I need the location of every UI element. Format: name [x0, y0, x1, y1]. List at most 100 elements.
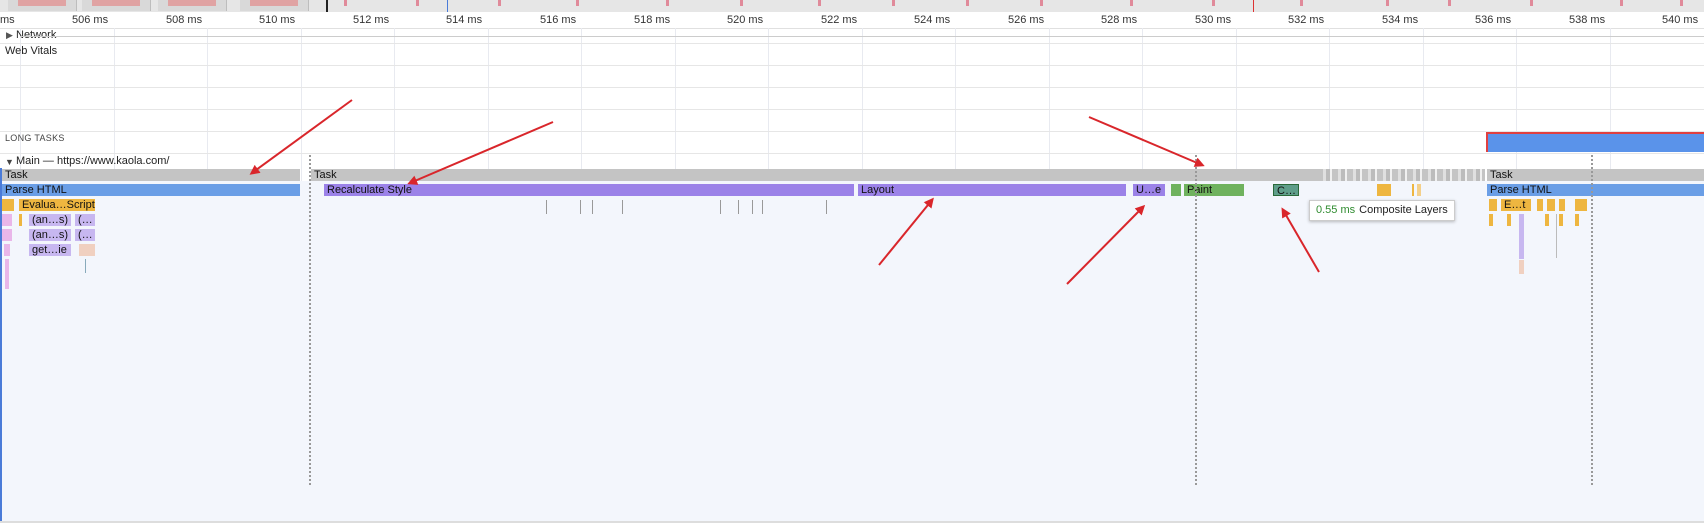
function-call-bar[interactable]: [5, 259, 9, 289]
frame-tick: [1680, 0, 1683, 6]
tiny-event: [720, 200, 721, 214]
frame-tick: [1212, 0, 1215, 6]
tiny-event: [546, 200, 547, 214]
script-bar[interactable]: [2, 199, 14, 211]
long-task-bar[interactable]: [1486, 132, 1704, 152]
main-flame-chart[interactable]: [0, 181, 1704, 521]
layout-bar[interactable]: Layout: [858, 184, 1126, 196]
function-call-bar[interactable]: [4, 244, 10, 256]
script-bar[interactable]: [1575, 199, 1587, 211]
frame-tick: [1040, 0, 1043, 6]
script-bar[interactable]: [1507, 214, 1511, 226]
call-bar[interactable]: [1519, 214, 1524, 259]
frame-boundary-marker: [1195, 155, 1197, 485]
selection-start-marker[interactable]: [326, 0, 328, 12]
paint-bar[interactable]: Paint: [1184, 184, 1244, 196]
filmstrip-frame[interactable]: [240, 0, 309, 11]
frame-tick: [1300, 0, 1303, 6]
script-bar[interactable]: [19, 214, 22, 226]
frame-boundary-marker: [309, 155, 311, 485]
expand-triangle-icon[interactable]: ▶: [6, 30, 13, 41]
ruler-label: ms: [0, 14, 15, 26]
task-bar[interactable]: Task: [311, 169, 1317, 181]
anonymous-call-bar[interactable]: (an…s): [29, 214, 71, 226]
composite-layers-tooltip: 0.55 ms Composite Layers: [1309, 200, 1455, 221]
task-bar-cluster[interactable]: [1317, 169, 1485, 181]
ruler-label: 530 ms: [1195, 14, 1232, 26]
web-vitals-track[interactable]: [0, 43, 1704, 66]
script-bar[interactable]: [1489, 199, 1497, 211]
network-track-label[interactable]: Network: [16, 29, 56, 41]
script-bar[interactable]: [1537, 199, 1543, 211]
script-bar[interactable]: [1377, 184, 1391, 196]
task-bar[interactable]: Task: [1487, 169, 1704, 181]
web-vitals-lane: [0, 110, 1704, 132]
frame-tick: [1448, 0, 1451, 6]
filmstrip-frame[interactable]: [158, 0, 227, 11]
event-script-bar[interactable]: E…t: [1501, 199, 1531, 211]
ruler-label: 518 ms: [634, 14, 671, 26]
evaluate-script-bar[interactable]: Evalua…Script: [19, 199, 95, 211]
filmstrip-frame[interactable]: [82, 0, 151, 11]
frame-tick: [1530, 0, 1533, 6]
script-bar[interactable]: [1575, 214, 1579, 226]
recalculate-style-bar[interactable]: Recalculate Style: [324, 184, 854, 196]
ruler-label: 532 ms: [1288, 14, 1325, 26]
parse-html-bar[interactable]: Parse HTML: [1487, 184, 1704, 196]
frame-tick: [416, 0, 419, 6]
script-bar[interactable]: [1547, 199, 1555, 211]
script-bar[interactable]: [1417, 184, 1421, 196]
main-track-label[interactable]: Main — https://www.kaola.com/: [16, 155, 169, 167]
filmstrip-frame[interactable]: [8, 0, 77, 11]
ruler-label: 512 ms: [353, 14, 390, 26]
ruler-label: 538 ms: [1569, 14, 1606, 26]
frame-tick: [344, 0, 347, 6]
script-bar[interactable]: [1489, 214, 1493, 226]
script-bar[interactable]: [1545, 214, 1549, 226]
frame-tick: [498, 0, 501, 6]
frame-tick: [892, 0, 895, 6]
script-bar[interactable]: [1559, 199, 1565, 211]
function-call-bar[interactable]: [2, 214, 12, 226]
frame-tick: [666, 0, 669, 6]
ruler-label: 522 ms: [821, 14, 858, 26]
composite-layers-bar[interactable]: C…: [1273, 184, 1299, 196]
tiny-event: [580, 200, 581, 214]
tooltip-duration: 0.55 ms: [1316, 204, 1356, 216]
call-bar[interactable]: (…: [75, 229, 95, 241]
event-marker: [1253, 0, 1254, 12]
frame-tick: [1386, 0, 1389, 6]
call-bar[interactable]: [1519, 260, 1524, 274]
collapse-triangle-icon[interactable]: ▼: [5, 157, 14, 167]
web-vitals-lane: [0, 88, 1704, 110]
parse-html-bar[interactable]: Parse HTML: [2, 184, 300, 196]
frame-tick: [740, 0, 743, 6]
call-bar[interactable]: [79, 244, 95, 256]
ruler-label: 520 ms: [727, 14, 764, 26]
web-vitals-lane: [0, 66, 1704, 88]
ruler-label: 536 ms: [1475, 14, 1512, 26]
tiny-event: [85, 259, 86, 273]
update-layer-tree-bar[interactable]: U…e: [1133, 184, 1165, 196]
call-bar[interactable]: (…: [75, 214, 95, 226]
ruler-label: 516 ms: [540, 14, 577, 26]
paint-small-bar[interactable]: [1171, 184, 1181, 196]
frame-tick: [1130, 0, 1133, 6]
ruler-label: 514 ms: [446, 14, 483, 26]
frame-tick: [818, 0, 821, 6]
anonymous-call-bar[interactable]: (an…s): [29, 229, 71, 241]
script-bar[interactable]: [1412, 184, 1414, 196]
script-bar[interactable]: [1559, 214, 1563, 226]
frame-boundary-marker: [1591, 155, 1593, 485]
ruler-label: 524 ms: [914, 14, 951, 26]
function-call-bar[interactable]: [2, 229, 12, 241]
task-bar[interactable]: Task: [2, 169, 300, 181]
tiny-event: [762, 200, 763, 214]
tiny-event: [752, 200, 753, 214]
get-call-bar[interactable]: get…ie: [29, 244, 71, 256]
ruler-label: 510 ms: [259, 14, 296, 26]
long-tasks-track[interactable]: [0, 131, 1704, 154]
ruler-label: 540 ms: [1662, 14, 1699, 26]
tiny-event: [738, 200, 739, 214]
frame-tick: [1620, 0, 1623, 6]
